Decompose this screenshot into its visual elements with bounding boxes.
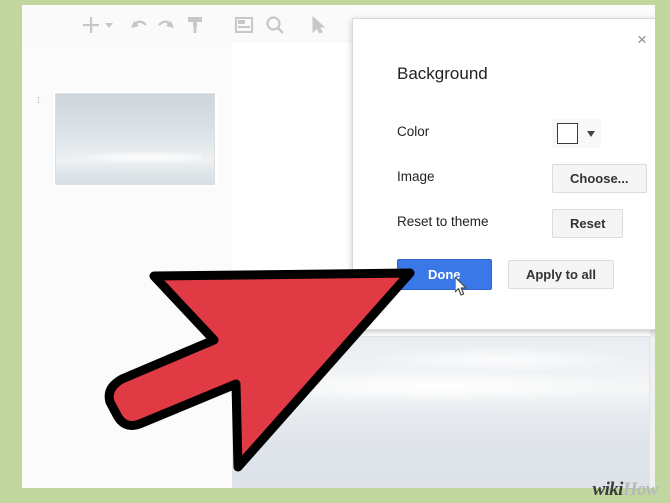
- chevron-down-icon: [587, 130, 596, 137]
- row-color: Color: [397, 119, 642, 149]
- image-label: Image: [397, 169, 435, 184]
- wikihow-image-frame: 1 × Background Color Image Choose... Res…: [0, 0, 670, 503]
- color-control: [552, 119, 602, 148]
- watermark-how: How: [622, 479, 659, 500]
- wikihow-watermark: wikiHow: [593, 479, 659, 501]
- done-button[interactable]: Done: [397, 259, 492, 290]
- image-control: Choose...: [552, 164, 647, 193]
- current-slide-canvas[interactable]: [232, 336, 650, 488]
- slide-filmstrip: 1: [22, 43, 232, 488]
- dialog-footer: Done Apply to all: [397, 259, 615, 290]
- new-slide-caret-icon[interactable]: [104, 20, 114, 30]
- apply-to-all-button[interactable]: Apply to all: [507, 260, 615, 289]
- reset-to-theme-label: Reset to theme: [397, 214, 489, 229]
- background-dialog: × Background Color Image Choose... Reset…: [352, 18, 655, 330]
- row-reset-to-theme: Reset to theme Reset: [397, 209, 642, 239]
- reset-button[interactable]: Reset: [552, 209, 624, 238]
- color-label: Color: [397, 124, 430, 139]
- select-cursor-icon[interactable]: [307, 14, 329, 36]
- slide-thumbnail-1[interactable]: [55, 93, 215, 185]
- zoom-icon[interactable]: [264, 14, 286, 36]
- slide-number-1: 1: [36, 95, 42, 105]
- color-swatch: [557, 123, 578, 144]
- watermark-wiki: wiki: [592, 479, 624, 500]
- paint-format-icon[interactable]: [184, 14, 206, 36]
- reset-control: Reset: [552, 209, 624, 238]
- choose-image-button[interactable]: Choose...: [552, 164, 647, 193]
- close-icon[interactable]: ×: [632, 30, 652, 50]
- color-swatch-button[interactable]: [552, 119, 602, 148]
- google-slides-app: 1 × Background Color Image Choose... Res…: [22, 5, 655, 488]
- layout-icon[interactable]: [233, 14, 255, 36]
- row-image: Image Choose...: [397, 164, 647, 194]
- new-slide-icon[interactable]: [80, 14, 102, 36]
- dialog-title: Background: [397, 64, 488, 83]
- redo-icon[interactable]: [155, 14, 177, 36]
- undo-icon[interactable]: [128, 14, 150, 36]
